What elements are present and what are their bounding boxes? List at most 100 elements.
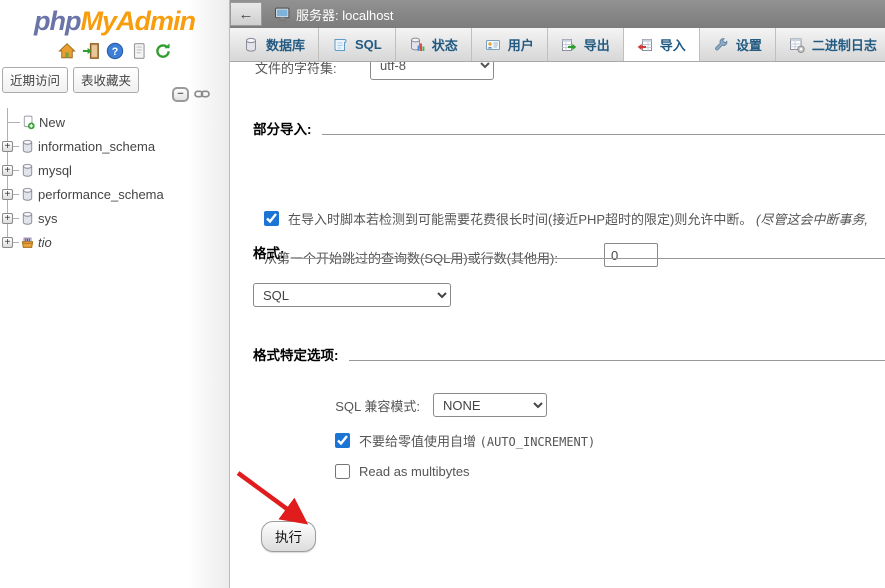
logo-myadmin: MyAdmin [80,6,195,36]
tree-item-tio[interactable]: + tio [0,230,228,254]
help-icon[interactable]: ? [105,41,124,60]
import-page: 文件的字符集: utf-8 部分导入: 在导入时脚本若检测到可能需要花费很长时间… [230,62,885,588]
users-icon [485,37,501,53]
expand-icon[interactable]: + [2,165,13,176]
tree-item-sys[interactable]: + sys [0,206,228,230]
go-button[interactable]: 执行 [261,521,316,552]
expand-icon[interactable]: + [2,141,13,152]
tab-label: 二进制日志 [812,35,877,54]
refresh-icon[interactable] [153,41,172,60]
server-label: 服务器: localhost [296,5,394,24]
tree-item-label: mysql [38,163,72,178]
tree-connector [13,242,19,243]
interrupt-label: 在导入时脚本若检测到可能需要花费很长时间(接近PHP超时的限定)则允许中断。 (… [288,209,868,228]
server-icon [274,6,291,23]
tab-status[interactable]: 状态 [396,28,472,61]
format-select[interactable]: SQL [253,283,451,307]
expand-icon[interactable]: + [2,237,13,248]
tree-controls: − [172,87,210,102]
auto-increment-row: 不要给零值使用自增 (AUTO_INCREMENT) [335,431,875,450]
auto-increment-checkbox[interactable] [335,433,350,448]
favorite-tables-button[interactable]: 表收藏夹 [73,67,139,93]
format-heading: 格式: [253,242,885,262]
partial-import-heading: 部分导入: [253,118,885,138]
multibytes-checkbox[interactable] [335,464,350,479]
tree-connector [13,218,19,219]
section-title: 部分导入: [253,118,312,138]
sql-icon [332,37,348,53]
back-button[interactable]: ← [230,2,262,26]
tree-connector [7,122,20,123]
annotation-arrow [230,467,325,529]
database-icon [20,187,35,202]
logout-icon[interactable] [81,41,100,60]
database-icon [20,139,35,154]
svg-text:?: ? [111,45,118,57]
tree-item-label: tio [38,235,52,250]
tab-import[interactable]: 导入 [624,28,700,62]
tree-connector [7,108,8,122]
export-icon [561,37,577,53]
tab-users[interactable]: 用户 [472,28,548,61]
new-database-icon [21,115,36,130]
server-title: 服务器: localhost [274,5,394,24]
tree-connector [13,170,19,171]
auto-increment-label-text: 不要给零值使用自增 [359,434,480,449]
auto-increment-code: (AUTO_INCREMENT) [480,435,596,449]
collapse-all-icon[interactable]: − [172,87,189,102]
tree-connector [13,194,19,195]
database-tree: New + information_schema + mysql [0,110,228,254]
status-icon [409,37,425,53]
tab-export[interactable]: 导出 [548,28,624,61]
tab-label: 导出 [584,35,610,54]
wrench-icon [713,37,729,53]
tab-label: 导入 [660,35,686,54]
tree-item-mysql[interactable]: + mysql [0,158,228,182]
database-icon [20,163,35,178]
sql-compat-label: SQL 兼容模式: [230,396,420,415]
database-icon [20,211,35,226]
tree-item-label: New [39,115,65,130]
tree-item-performance-schema[interactable]: + performance_schema [0,182,228,206]
tree-item-new-database[interactable]: New [0,110,228,134]
sidebar-toolbar: ? [0,41,229,60]
tree-item-label: sys [38,211,58,226]
tree-item-label: performance_schema [38,187,164,202]
tab-label: 用户 [508,35,534,54]
sql-compat-select[interactable]: NONE [433,393,547,417]
home-icon[interactable] [57,41,76,60]
tab-sql[interactable]: SQL [319,28,396,61]
tab-databases[interactable]: 数据库 [230,28,319,61]
format-options-heading: 格式特定选项: [253,344,885,364]
section-title: 格式: [253,242,285,262]
tab-label: 数据库 [266,35,305,54]
tab-binary-log[interactable]: 二进制日志 [776,28,885,61]
tab-label: 状态 [432,35,458,54]
tree-item-label: information_schema [38,139,155,154]
tab-label: SQL [355,37,382,52]
expand-icon[interactable]: + [2,213,13,224]
database-icon [243,37,259,53]
recent-tables-button[interactable]: 近期访问 [2,67,68,93]
interrupt-checkbox[interactable] [264,211,279,226]
binary-log-icon [789,37,805,53]
section-title: 格式特定选项: [253,344,339,364]
link-icon[interactable] [194,87,210,102]
charset-select[interactable]: utf-8 [370,62,494,80]
docs-icon[interactable] [129,41,148,60]
interrupt-option-row: 在导入时脚本若检测到可能需要花费很长时间(接近PHP超时的限定)则允许中断。 (… [264,209,885,228]
tree-item-information-schema[interactable]: + information_schema [0,134,228,158]
expand-icon[interactable]: + [2,189,13,200]
tab-label: 设置 [736,35,762,54]
server-header-bar: ← 服务器: localhost [230,0,885,28]
charset-label: 文件的字符集: [255,62,337,77]
phpmyadmin-logo[interactable]: phpMyAdmin [0,0,229,37]
server-tabs: 数据库 SQL 状态 用户 导出 导入 设置 二进制日志 [230,28,885,62]
interrupt-label-hint: (尽管这会中断事务, [756,212,868,227]
multibytes-label: Read as multibytes [359,464,470,479]
tab-settings[interactable]: 设置 [700,28,776,61]
multibytes-row: Read as multibytes [335,464,875,479]
auto-increment-label: 不要给零值使用自增 (AUTO_INCREMENT) [359,431,595,450]
navigation-sidebar: phpMyAdmin ? 近期访问 表收藏夹 − [0,0,230,588]
tree-connector [13,146,19,147]
